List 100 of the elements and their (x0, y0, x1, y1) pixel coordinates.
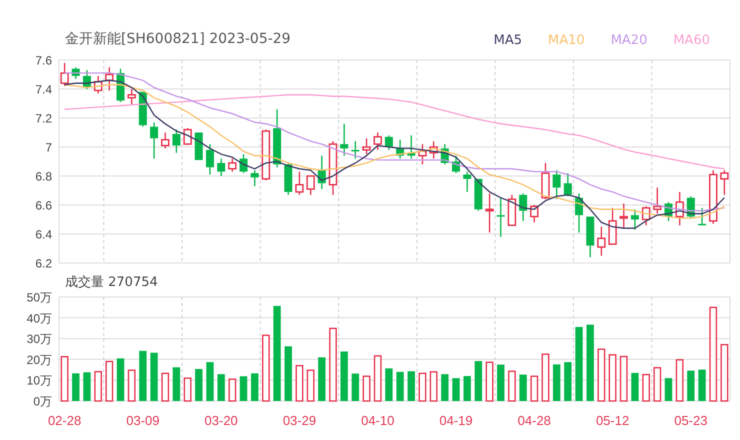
candlestick (273, 109, 282, 168)
volume-bar (631, 372, 639, 401)
candlestick (675, 192, 684, 226)
volume-bar (474, 361, 482, 401)
legend-label: MA60 (673, 32, 710, 50)
volume-label: 成交量 270754 (65, 274, 158, 292)
volume-bar (687, 370, 695, 401)
candlestick (396, 140, 404, 159)
volume-bar (441, 374, 449, 401)
candlestick (340, 124, 348, 156)
volume-bar (352, 374, 360, 401)
candlestick (452, 156, 460, 174)
axis-label: 6.6 (35, 198, 52, 212)
candlestick (284, 162, 292, 195)
candlestick (698, 208, 706, 226)
axis-label: 6.8 (35, 170, 52, 184)
candlestick (541, 162, 550, 200)
volume-bar (284, 346, 292, 401)
volume-bar (720, 344, 728, 402)
candlestick (150, 122, 158, 159)
volume-bar (306, 370, 314, 402)
volume-bar (408, 371, 415, 401)
axis-label: 04-19 (439, 413, 473, 428)
volume-bar (542, 354, 550, 402)
candlestick (228, 158, 237, 172)
volume-bar (240, 376, 248, 401)
volume-bar (362, 376, 370, 402)
volume-bar (698, 370, 706, 401)
volume-bar (564, 362, 572, 401)
volume-bar (396, 372, 404, 401)
volume-bar (206, 362, 214, 401)
candlestick (318, 156, 326, 190)
candlestick (328, 141, 338, 195)
candlestick (374, 132, 382, 150)
volume-bar (340, 352, 348, 401)
candlestick (362, 138, 371, 154)
volume-bar (105, 360, 114, 402)
axis-label: 7.4 (35, 82, 52, 96)
volume-bar (497, 364, 504, 401)
axis-label: 04-10 (361, 413, 394, 428)
candlestick (172, 130, 180, 153)
volume-bar (318, 357, 326, 401)
candlestick (653, 188, 662, 214)
axis-label: 7.2 (35, 112, 52, 126)
candlestick (105, 67, 114, 90)
volume-bar (150, 352, 158, 401)
volume-bar (195, 368, 202, 401)
candlestick (508, 194, 516, 226)
axis-label: 05-12 (596, 413, 630, 428)
axis-label: 7.6 (35, 54, 52, 68)
candlestick (530, 205, 538, 222)
volume-bar (653, 367, 662, 402)
axis-label: 10万 (26, 374, 52, 388)
candlestick (709, 170, 718, 224)
candlestick (128, 89, 136, 105)
candlestick (575, 193, 584, 233)
volume-bar (676, 359, 684, 402)
volume-bar (664, 378, 672, 401)
candlestick (206, 144, 214, 175)
volume-bar (530, 376, 538, 402)
candlestick (161, 132, 170, 148)
axis-label: 6.4 (35, 228, 52, 242)
axis-label: 03-29 (282, 413, 316, 428)
axis-label: 6.2 (35, 256, 52, 270)
chart-title: 金开新能[SH600821] 2023-05-29 (65, 30, 291, 49)
candlestick (384, 135, 393, 150)
candlestick (552, 170, 561, 200)
candlestick (474, 178, 482, 211)
volume-bar (217, 374, 225, 401)
candlestick (60, 62, 69, 86)
volume-bar (620, 356, 628, 402)
candlestick (194, 132, 203, 161)
axis-label: 03-20 (204, 413, 238, 428)
candlestick (262, 130, 270, 180)
candlestick (485, 193, 494, 233)
candlestick (295, 172, 304, 195)
volume-bar (139, 350, 147, 401)
axis-label: 7 (45, 140, 52, 154)
candlestick (608, 208, 617, 245)
candlestick (620, 204, 628, 228)
candlestick (72, 67, 80, 79)
candlestick (463, 172, 472, 192)
volume-bar (464, 376, 471, 401)
axis-label: 30万 (26, 332, 52, 346)
volume-bar (172, 367, 180, 401)
axis-label: 03-09 (126, 413, 160, 428)
candlestick (440, 144, 449, 164)
candlestick (429, 141, 438, 159)
volume-bar (642, 374, 650, 402)
volume-bar (418, 372, 426, 402)
volume-bar (374, 355, 382, 402)
candlestick (250, 170, 259, 186)
candlestick (306, 175, 315, 195)
volume-bar (508, 370, 516, 402)
candlestick (564, 173, 572, 196)
volume-bar (94, 371, 102, 402)
candlestick (418, 144, 427, 164)
volume-bar (608, 354, 616, 402)
volume-bar (72, 373, 80, 401)
volume-bar (552, 364, 560, 401)
